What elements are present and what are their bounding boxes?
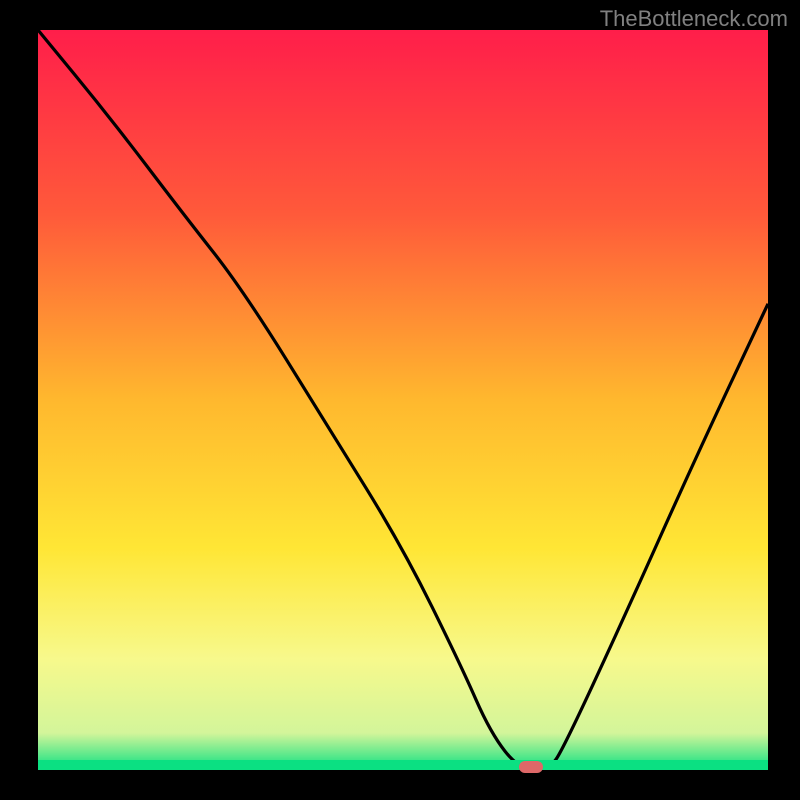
watermark-text: TheBottleneck.com [600, 6, 788, 32]
plot-area [38, 30, 768, 770]
chart-container: TheBottleneck.com [0, 0, 800, 800]
bottleneck-marker [519, 761, 543, 773]
bottleneck-curve [38, 30, 768, 770]
